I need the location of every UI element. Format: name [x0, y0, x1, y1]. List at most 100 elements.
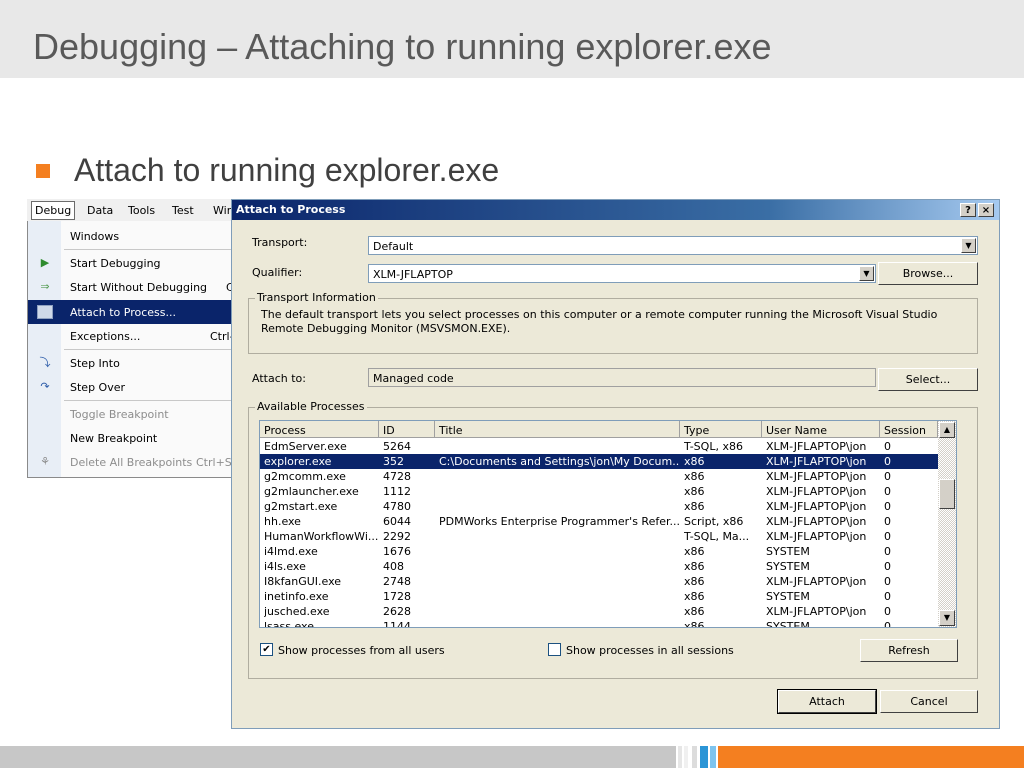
menu-item-windows[interactable]: Windows: [28, 224, 235, 248]
column-header-id[interactable]: ID: [379, 421, 435, 438]
column-header-type[interactable]: Type: [680, 421, 762, 438]
dialog-title-bar: Attach to Process ? ×: [232, 200, 999, 220]
column-header-process[interactable]: Process: [260, 421, 379, 438]
show-all-users-checkbox[interactable]: ✔: [260, 643, 273, 656]
table-row[interactable]: g2mcomm.exe 4728 x86 XLM-JFLAPTOP\jon 0: [260, 469, 938, 484]
cell-session: 0: [884, 440, 891, 453]
table-row[interactable]: g2mlauncher.exe 1112 x86 XLM-JFLAPTOP\jon 0: [260, 484, 938, 499]
cell-user-name: XLM-JFLAPTOP\jon: [766, 500, 867, 513]
table-row[interactable]: i4lmd.exe 1676 x86 SYSTEM 0: [260, 544, 938, 559]
qualifier-select[interactable]: XLM-JFLAPTOP: [368, 264, 876, 283]
table-row[interactable]: HumanWorkflowWi... 2292 T-SQL, Ma... XLM-JF…: [260, 529, 938, 544]
table-row[interactable]: jusched.exe 2628 x86 XLM-JFLAPTOP\jon 0: [260, 604, 938, 619]
transport-select[interactable]: Default: [368, 236, 978, 255]
cell-process: g2mlauncher.exe: [264, 485, 359, 498]
menu-separator: [64, 400, 235, 401]
chevron-down-icon[interactable]: ▼: [961, 238, 976, 253]
cell-type: x86: [684, 500, 705, 513]
cell-id: 2748: [383, 575, 411, 588]
menu-item-attach-to-process[interactable]: Attach to Process...: [28, 300, 235, 324]
cell-type: x86: [684, 575, 705, 588]
menu-test[interactable]: Test: [172, 204, 194, 217]
cell-type: T-SQL, x86: [684, 440, 743, 453]
show-all-sessions-checkbox[interactable]: [548, 643, 561, 656]
scroll-down-icon[interactable]: ▼: [939, 610, 955, 626]
column-header-user-name[interactable]: User Name: [762, 421, 880, 438]
table-row[interactable]: inetinfo.exe 1728 x86 SYSTEM 0: [260, 589, 938, 604]
menu-item-start-without-debugging[interactable]: ⇒ Start Without Debugging C: [28, 275, 235, 299]
cell-session: 0: [884, 605, 891, 618]
menu-item-label: Windows: [70, 230, 120, 243]
menu-debug[interactable]: Debug: [31, 201, 76, 220]
menu-data[interactable]: Data: [87, 204, 113, 217]
cell-process: hh.exe: [264, 515, 301, 528]
cell-type: x86: [684, 485, 705, 498]
dialog-title: Attach to Process: [236, 203, 346, 216]
table-row[interactable]: EdmServer.exe 5264 T-SQL, x86 XLM-JFLAPTOP\…: [260, 439, 938, 454]
process-list[interactable]: Process ID Title Type User Name Session …: [259, 420, 957, 628]
column-header-title[interactable]: Title: [435, 421, 680, 438]
play-icon: ▶: [40, 256, 50, 269]
column-header-session[interactable]: Session: [880, 421, 938, 438]
menu-item-delete-all-breakpoints[interactable]: ⚘ Delete All Breakpoints Ctrl+Sh: [28, 450, 239, 474]
table-row[interactable]: I8kfanGUI.exe 2748 x86 XLM-JFLAPTOP\jon 0: [260, 574, 938, 589]
attach-to-process-dialog: Attach to Process ? × Transport: Default…: [231, 199, 1000, 729]
cell-user-name: SYSTEM: [766, 560, 810, 573]
attach-button[interactable]: Attach: [777, 689, 877, 714]
cell-session: 0: [884, 590, 891, 603]
menu-item-step-over[interactable]: ↷ Step Over: [28, 375, 235, 399]
cell-process: i4ls.exe: [264, 560, 306, 573]
select-button[interactable]: Select...: [878, 368, 978, 391]
browse-button[interactable]: Browse...: [878, 262, 978, 285]
table-row[interactable]: hh.exe 6044 PDMWorks Enterprise Programmer…: [260, 514, 938, 529]
scrollbar-thumb[interactable]: [939, 479, 955, 509]
cell-title: C:\Documents and Settings\jon\My Docum..…: [439, 455, 679, 468]
cell-type: x86: [684, 545, 705, 558]
close-button[interactable]: ×: [978, 203, 994, 217]
cell-id: 6044: [383, 515, 411, 528]
table-row[interactable]: g2mstart.exe 4780 x86 XLM-JFLAPTOP\jon 0: [260, 499, 938, 514]
menu-item-exceptions[interactable]: Exceptions... Ctrl-: [28, 324, 235, 348]
menu-item-toggle-breakpoint[interactable]: Toggle Breakpoint: [28, 402, 235, 426]
cell-type: x86: [684, 560, 705, 573]
play-outline-icon: ⇒: [40, 280, 50, 293]
table-row[interactable]: lsass.exe 1144 x86 SYSTEM 0: [260, 619, 938, 627]
menu-item-new-breakpoint[interactable]: New Breakpoint: [28, 426, 235, 450]
help-button[interactable]: ?: [960, 203, 976, 217]
step-into-icon: ⤵: [39, 356, 51, 369]
cell-session: 0: [884, 470, 891, 483]
refresh-button[interactable]: Refresh: [860, 639, 958, 662]
menu-separator: [64, 349, 235, 350]
show-all-users-label: Show processes from all users: [278, 644, 445, 657]
table-row[interactable]: explorer.exe 352 C:\Documents and Settings…: [260, 453, 939, 470]
cell-session: 0: [884, 545, 891, 558]
attach-to-field: Managed code: [368, 368, 876, 387]
cancel-button[interactable]: Cancel: [880, 690, 978, 713]
cell-user-name: XLM-JFLAPTOP\jon: [766, 530, 867, 543]
scroll-up-icon[interactable]: ▲: [939, 422, 955, 438]
menu-item-label: Step Over: [70, 381, 125, 394]
cell-user-name: XLM-JFLAPTOP\jon: [766, 575, 867, 588]
menu-item-start-debugging[interactable]: ▶ Start Debugging: [28, 251, 235, 275]
attach-process-icon: [37, 305, 53, 319]
menu-item-label: Delete All Breakpoints: [70, 456, 193, 469]
menu-item-step-into[interactable]: ⤵ Step Into: [28, 351, 235, 375]
cell-process: g2mcomm.exe: [264, 470, 346, 483]
step-over-icon: ↷: [40, 380, 50, 393]
cell-process: inetinfo.exe: [264, 590, 329, 603]
cell-user-name: SYSTEM: [766, 545, 810, 558]
table-row[interactable]: i4ls.exe 408 x86 SYSTEM 0: [260, 559, 938, 574]
process-list-scrollbar[interactable]: ▲ ▼: [938, 421, 956, 627]
cell-user-name: XLM-JFLAPTOP\jon: [766, 485, 867, 498]
menu-item-label: Toggle Breakpoint: [70, 408, 169, 421]
cell-id: 4728: [383, 470, 411, 483]
menu-item-label: Attach to Process...: [70, 306, 176, 319]
menu-item-label: Start Debugging: [70, 257, 161, 270]
cell-title: PDMWorks Enterprise Programmer's Refer..…: [439, 515, 679, 528]
cell-session: 0: [884, 485, 891, 498]
chevron-down-icon[interactable]: ▼: [859, 266, 874, 281]
menu-item-label: Step Into: [70, 357, 120, 370]
group-title: Available Processes: [255, 400, 367, 413]
cell-type: T-SQL, Ma...: [684, 530, 750, 543]
menu-tools[interactable]: Tools: [128, 204, 155, 217]
